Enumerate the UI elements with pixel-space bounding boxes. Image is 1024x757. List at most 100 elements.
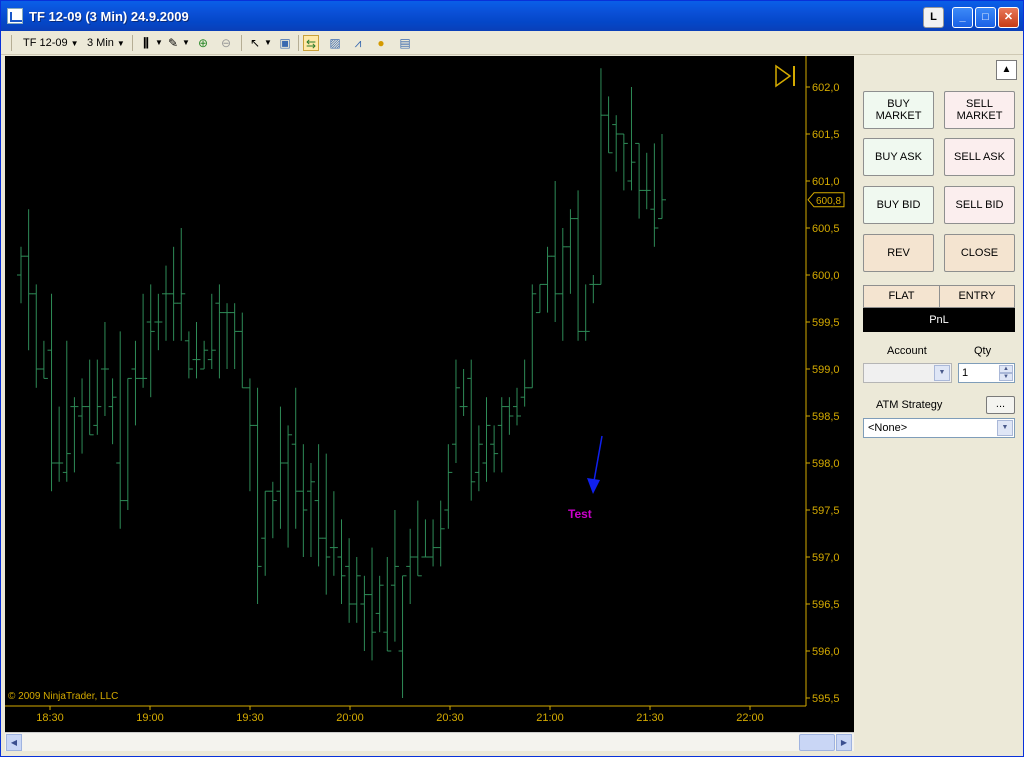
ohlc-bar[interactable] <box>62 340 71 482</box>
ohlc-bar[interactable] <box>612 115 621 172</box>
chevron-down-icon[interactable]: ▼ <box>934 365 950 381</box>
data-series-icon[interactable]: ▤ <box>397 35 413 51</box>
close-button[interactable]: ✕ <box>998 7 1019 28</box>
ohlc-bar[interactable] <box>558 228 567 341</box>
collapse-panel-button[interactable]: ▲ <box>996 60 1017 80</box>
title-bar[interactable]: TF 12-09 (3 Min) 24.9.2009 L _ □ ✕ <box>1 1 1023 31</box>
ohlc-bar[interactable] <box>520 359 529 407</box>
chevron-down-icon[interactable]: ▼ <box>178 35 194 51</box>
ohlc-bar[interactable] <box>78 378 87 454</box>
close-position-button[interactable]: CLOSE <box>944 234 1015 272</box>
ohlc-bar[interactable] <box>421 519 430 558</box>
interval-selector[interactable]: 3 Min ▼ <box>87 34 125 52</box>
ohlc-bar[interactable] <box>329 491 338 576</box>
maximize-button[interactable]: □ <box>975 7 996 28</box>
atm-strategy-options-button[interactable]: ... <box>986 396 1015 414</box>
ohlc-bar[interactable] <box>32 284 41 388</box>
ohlc-bar[interactable] <box>383 557 392 652</box>
chevron-down-icon[interactable]: ▼ <box>260 35 276 51</box>
ohlc-bar[interactable] <box>497 397 506 473</box>
ohlc-bar[interactable] <box>139 293 148 388</box>
ohlc-bar[interactable] <box>451 359 460 463</box>
atm-strategy-select[interactable]: <None> ▼ <box>863 418 1015 438</box>
price-chart[interactable]: 602,0 601,5 601,0 600,5 600,0 599,5 599,0 598,5… <box>5 56 854 732</box>
instrument-selector[interactable]: TF 12-09 ▼ <box>23 34 79 52</box>
ohlc-bar[interactable] <box>17 246 25 304</box>
ohlc-bar[interactable] <box>276 406 285 529</box>
ohlc-bar[interactable] <box>635 142 644 219</box>
ohlc-bar[interactable] <box>566 209 575 294</box>
ohlc-bar[interactable] <box>123 377 132 510</box>
ohlc-bar[interactable] <box>100 322 109 416</box>
ohlc-bar[interactable] <box>360 575 369 651</box>
ohlc-bar[interactable] <box>184 331 193 379</box>
scroll-right-arrow-icon[interactable]: ▶ <box>836 734 852 751</box>
ohlc-bar[interactable] <box>306 463 315 557</box>
chart-canvas[interactable]: 602,0 601,5 601,0 600,5 600,0 599,5 599,0 598,5… <box>5 56 854 732</box>
ohlc-bar[interactable] <box>505 397 514 435</box>
ohlc-bar[interactable] <box>658 134 666 220</box>
reverse-button[interactable]: REV <box>863 234 934 272</box>
ohlc-bar[interactable] <box>291 387 300 529</box>
ohlc-bar[interactable] <box>192 322 201 379</box>
ohlc-bar[interactable] <box>284 425 293 548</box>
chart-trader-icon[interactable]: ⇆ <box>303 35 319 51</box>
minimize-button[interactable]: _ <box>952 7 973 28</box>
ohlc-bar[interactable] <box>474 425 483 492</box>
ohlc-bar[interactable] <box>207 293 216 369</box>
ohlc-bar[interactable] <box>368 547 377 661</box>
ohlc-bar[interactable] <box>322 453 331 595</box>
ohlc-bar[interactable] <box>177 228 186 341</box>
ohlc-bar[interactable] <box>444 444 453 529</box>
ohlc-bar[interactable] <box>413 500 422 577</box>
strategy-icon[interactable]: ● <box>373 35 389 51</box>
chevron-down-icon[interactable]: ▼ <box>997 420 1013 436</box>
ohlc-bar[interactable] <box>230 303 239 369</box>
ohlc-bar[interactable] <box>24 209 33 351</box>
sell-ask-button[interactable]: SELL ASK <box>944 138 1015 176</box>
buy-ask-button[interactable]: BUY ASK <box>863 138 934 176</box>
ohlc-bar[interactable] <box>490 425 499 473</box>
ohlc-bar[interactable] <box>390 510 399 642</box>
ohlc-bar[interactable] <box>436 500 445 567</box>
ohlc-bar[interactable] <box>482 397 491 482</box>
horizontal-scrollbar[interactable]: ◀ ▶ <box>5 732 854 751</box>
ohlc-bar[interactable] <box>215 284 224 379</box>
ohlc-bar[interactable] <box>459 369 468 416</box>
ohlc-bar[interactable] <box>574 190 583 341</box>
ohlc-bar[interactable] <box>161 265 170 341</box>
ohlc-bar[interactable] <box>596 68 605 285</box>
ohlc-bar[interactable] <box>619 133 628 191</box>
ohlc-bar[interactable] <box>154 293 163 351</box>
ohlc-bar[interactable] <box>261 490 270 576</box>
indicators-icon[interactable]: ⩘ <box>350 35 366 51</box>
ohlc-bar[interactable] <box>627 87 636 191</box>
ohlc-bar[interactable] <box>314 444 323 567</box>
ohlc-bar[interactable] <box>169 246 178 341</box>
properties-icon[interactable]: ▨ <box>327 35 343 51</box>
zoom-in-icon[interactable]: ⊕ <box>195 35 211 51</box>
link-button[interactable]: L <box>923 7 944 28</box>
ohlc-bar[interactable] <box>528 284 537 389</box>
ohlc-bar[interactable] <box>375 575 384 633</box>
ohlc-bar[interactable] <box>268 481 277 539</box>
ohlc-bar[interactable] <box>93 359 102 435</box>
ohlc-bar[interactable] <box>146 284 155 398</box>
ohlc-bar[interactable] <box>116 331 125 529</box>
ohlc-bar[interactable] <box>337 519 346 604</box>
ohlc-bar[interactable] <box>253 387 262 604</box>
ohlc-bar[interactable] <box>85 359 94 436</box>
scrollbar-thumb[interactable] <box>799 734 835 751</box>
zoom-out-icon[interactable]: ⊖ <box>218 35 234 51</box>
ohlc-bar[interactable] <box>70 397 79 473</box>
ohlc-bar[interactable] <box>238 312 247 389</box>
ohlc-bar[interactable] <box>589 275 598 304</box>
quantity-stepper[interactable]: 1 ▲ ▼ <box>958 363 1015 383</box>
buy-market-button[interactable]: BUY MARKET <box>863 91 934 129</box>
buy-bid-button[interactable]: BUY BID <box>863 186 934 224</box>
ohlc-bar[interactable] <box>352 557 361 623</box>
ohlc-bar[interactable] <box>398 575 407 698</box>
ohlc-bar[interactable] <box>223 303 232 369</box>
decrement-arrow-icon[interactable]: ▼ <box>999 373 1013 381</box>
data-box-icon[interactable]: ▣ <box>277 35 293 51</box>
